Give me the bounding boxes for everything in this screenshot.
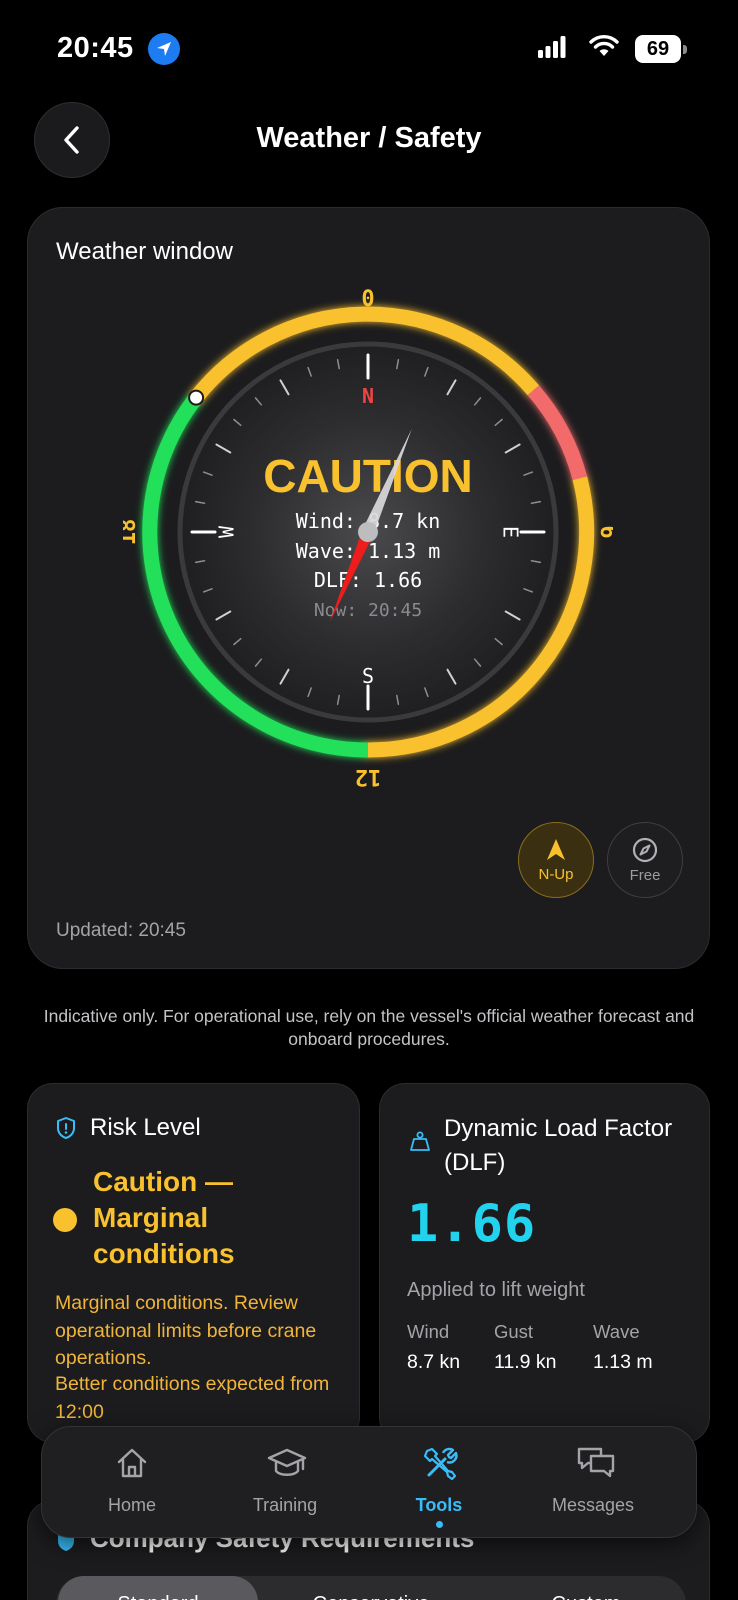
segment-conservative[interactable]: Conservative [261,1576,481,1600]
home-icon [117,1448,147,1478]
metric-label: Wave [593,1321,640,1342]
weather-window-card: Weather window 0 12 18 N S W E CAUTION W… [27,207,710,969]
hour-label-left: 18 [123,519,141,546]
risk-status-dot [53,1208,77,1232]
hour-label-bottom: 12 [355,764,382,789]
metric-label: Gust [494,1321,534,1342]
weather-status: CAUTION [263,450,473,502]
metric-value: 1.13 m [593,1351,653,1373]
battery-tip [683,45,687,54]
tab-label: Home [107,1495,156,1515]
weather-safety-screen: 20:45 69 Weather / Safety Weather window [0,0,738,1600]
north-up-label: N-Up [538,865,574,883]
metric-wind: Wind 8.7 kn [407,1321,460,1374]
current-time-marker [188,389,205,406]
disclaimer-text: Indicative only. For operational use, re… [43,1006,695,1049]
metric-value: 8.7 kn [407,1351,461,1373]
hour-label-top: 0 [361,287,374,312]
dlf-card: Dynamic Load Factor (DLF) 1.66 Applied t… [379,1083,710,1443]
risk-description: Marginal conditions. Review operational … [55,1292,317,1369]
dlf-title: Dynamic Load Factor (DLF) [444,1115,673,1176]
tab-tools[interactable]: Tools [374,1427,504,1539]
status-time: 20:45 [57,32,134,64]
compass-icon [632,837,658,862]
direction-n: N [362,384,374,408]
battery-indicator: 69 [635,35,687,63]
metric-gust: Gust 11.9 kn [494,1321,557,1374]
tab-label: Training [252,1495,318,1515]
tab-home[interactable]: Home [67,1427,197,1539]
hour-label-right: 6 [595,525,613,538]
free-label: Free [629,866,661,884]
requirements-segmented-control: Standard Conservative Custom [56,1576,686,1600]
page-title: Weather / Safety [256,122,482,154]
status-bar: 20:45 69 [0,0,738,100]
graduation-cap-icon [267,1448,307,1476]
messages-icon [577,1447,615,1478]
north-arrow-icon [547,838,565,860]
tab-label: Messages [551,1495,635,1515]
tab-label: Tools [415,1495,463,1515]
dlf-subtitle: Applied to lift weight [407,1279,585,1301]
risk-level-card: Risk Level Caution — Marginal conditions… [27,1083,360,1443]
metric-value: 11.9 kn [494,1351,557,1373]
tab-bar: Home Training Tools Messages [41,1426,697,1538]
direction-s: S [362,664,374,688]
battery-level: 69 [635,35,681,63]
segment-standard[interactable]: Standard [58,1576,258,1600]
metric-label: Wind [407,1321,450,1342]
risk-level-value: Caution — Marginal conditions [93,1166,235,1269]
tab-training[interactable]: Training [220,1427,350,1539]
free-rotate-button[interactable]: Free [607,822,683,898]
weight-icon [410,1131,430,1151]
now-readout: Now: 20:45 [314,600,422,621]
weather-compass[interactable]: 0 6 12 18 N S W E CAUTION Wind: 8.7 kn W… [123,270,613,790]
segment-custom[interactable]: Custom [486,1576,686,1600]
cellular-signal-icon [538,36,566,58]
tools-icon [423,1447,458,1481]
wifi-icon [589,35,619,56]
active-tab-indicator [436,1521,443,1528]
shield-alert-icon [57,1117,75,1139]
location-arrow-icon [148,33,180,65]
dlf-value: 1.66 [407,1194,537,1254]
metric-wave: Wave 1.13 m [593,1321,653,1374]
risk-outlook: Better conditions expected from 12:00 [55,1373,330,1423]
dlf-readout: DLF: 1.66 [314,568,422,592]
north-up-button[interactable]: N-Up [518,822,594,898]
tab-messages[interactable]: Messages [528,1427,658,1539]
direction-w: W [215,525,239,538]
risk-level-title: Risk Level [90,1114,201,1141]
updated-time: Updated: 20:45 [56,920,186,941]
weather-window-title: Weather window [56,238,233,265]
direction-e: E [499,526,523,538]
